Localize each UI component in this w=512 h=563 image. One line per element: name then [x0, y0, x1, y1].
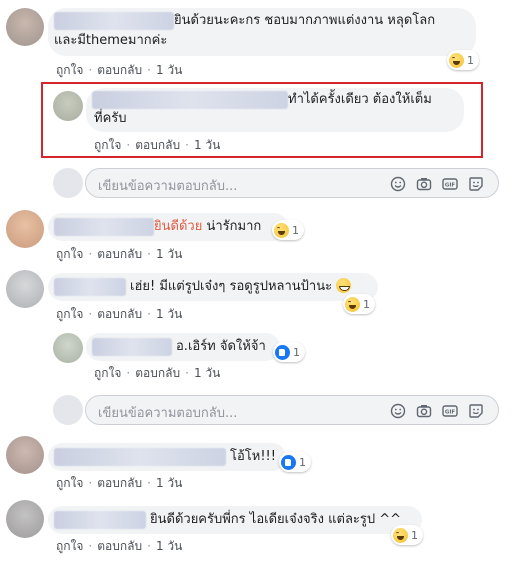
- like-link[interactable]: ถูกใจ: [56, 537, 83, 556]
- comment-actions: ถูกใจ · ตอบกลับ · 1 วัน: [56, 245, 182, 264]
- reaction-count[interactable]: 1: [273, 342, 305, 362]
- like-link[interactable]: ถูกใจ: [56, 61, 83, 80]
- avatar[interactable]: [6, 436, 44, 474]
- comment-text: ยินดีด้วยครับพี่กร ไอเดียเจ๋งจริง แต่ละร…: [150, 512, 402, 527]
- reaction-count[interactable]: 1: [272, 220, 304, 240]
- like-link[interactable]: ถูกใจ: [56, 474, 83, 493]
- comment-text: โอ้โห!!!: [230, 449, 276, 464]
- comment-bubble: ยินด้วยนะคะกร ชอบมากภาพแต่งงาน หลุดโลก แ…: [48, 8, 476, 56]
- like-link[interactable]: ถูกใจ: [94, 364, 121, 383]
- reply-link[interactable]: ตอบกลับ: [135, 364, 180, 383]
- reply-input[interactable]: เขียนข้อความตอบกลับ... GIF: [85, 395, 499, 425]
- comment-text-line2: และมีthemeมากค่ะ: [54, 33, 168, 48]
- comment-bubble: เฮ่ย! มีแต่รูปเจ๋งๆ รอดูรูปหลานป้านะ: [48, 273, 378, 301]
- timestamp[interactable]: 1 วัน: [156, 61, 182, 80]
- timestamp[interactable]: 1 วัน: [194, 364, 220, 383]
- blurred-name[interactable]: [54, 12, 174, 30]
- reply-placeholder: เขียนข้อความตอบกลับ...: [98, 179, 238, 194]
- comment-text: เฮ่ย! มีแต่รูปเจ๋งๆ รอดูรูปหลานป้านะ: [130, 278, 352, 296]
- timestamp[interactable]: 1 วัน: [156, 245, 182, 264]
- blurred-name[interactable]: [54, 218, 154, 236]
- blurred-name[interactable]: [54, 448, 226, 466]
- haha-icon: [449, 52, 464, 68]
- reply-text: ทำได้ครั้งเดียว ต้องให้เต็ม: [288, 92, 432, 107]
- comment-text: ยินดีด้วย น่ารักมาก: [154, 219, 262, 234]
- avatar[interactable]: [53, 333, 83, 363]
- gif-icon[interactable]: GIF: [442, 403, 458, 419]
- reaction-count[interactable]: 1: [391, 525, 423, 545]
- reply-link[interactable]: ตอบกลับ: [97, 245, 142, 264]
- reply-link[interactable]: ตอบกลับ: [97, 474, 142, 493]
- reply-input[interactable]: เขียนข้อความตอบกลับ... GIF: [85, 168, 499, 198]
- avatar[interactable]: [53, 91, 83, 121]
- svg-text:GIF: GIF: [445, 410, 456, 416]
- timestamp[interactable]: 1 วัน: [156, 537, 182, 556]
- svg-text:GIF: GIF: [445, 183, 456, 189]
- timestamp[interactable]: 1 วัน: [194, 136, 220, 155]
- reply-bubble: ทำได้ครั้งเดียว ต้องให้เต็ม ที่ครับ: [86, 88, 464, 132]
- reply-bubble: อ.เอิร์ท จัดให้จ้า: [86, 333, 280, 361]
- comment-actions: ถูกใจ · ตอบกลับ · 1 วัน: [56, 61, 182, 80]
- haha-icon: [393, 527, 408, 543]
- reaction-count[interactable]: 1: [343, 294, 375, 314]
- avatar[interactable]: [6, 500, 44, 538]
- reply-actions: ถูกใจ · ตอบกลับ · 1 วัน: [94, 364, 220, 383]
- sticker-icon[interactable]: [468, 403, 484, 419]
- timestamp[interactable]: 1 วัน: [156, 305, 182, 324]
- reply-link[interactable]: ตอบกลับ: [97, 537, 142, 556]
- camera-icon[interactable]: [416, 403, 432, 419]
- reply-actions: ถูกใจ · ตอบกลับ · 1 วัน: [94, 136, 220, 155]
- blurred-name[interactable]: [54, 278, 126, 296]
- comment-actions: ถูกใจ · ตอบกลับ · 1 วัน: [56, 474, 182, 493]
- reply-text-line2: ที่ครับ: [94, 111, 127, 126]
- reaction-count[interactable]: 1: [447, 50, 479, 70]
- sticker-icon[interactable]: [468, 176, 484, 192]
- reply-link[interactable]: ตอบกลับ: [97, 61, 142, 80]
- reply-placeholder: เขียนข้อความตอบกลับ...: [98, 406, 238, 421]
- haha-icon: [274, 222, 289, 238]
- comment-bubble: โอ้โห!!!: [48, 443, 286, 471]
- avatar[interactable]: [6, 8, 44, 46]
- like-icon: [275, 344, 290, 360]
- like-link[interactable]: ถูกใจ: [56, 305, 83, 324]
- blurred-name[interactable]: [92, 91, 288, 109]
- comment-bubble: ยินดีด้วยครับพี่กร ไอเดียเจ๋งจริง แต่ละร…: [48, 506, 422, 534]
- blurred-name[interactable]: [54, 511, 146, 529]
- current-user-avatar: [53, 395, 83, 425]
- timestamp[interactable]: 1 วัน: [156, 474, 182, 493]
- camera-icon[interactable]: [416, 176, 432, 192]
- avatar[interactable]: [6, 270, 44, 308]
- avatar[interactable]: [6, 210, 44, 248]
- haha-icon: [345, 296, 360, 312]
- blurred-name[interactable]: [92, 338, 172, 356]
- reaction-count[interactable]: 1: [279, 452, 311, 472]
- smiley-icon[interactable]: [390, 176, 406, 192]
- like-icon: [281, 454, 296, 470]
- comment-actions: ถูกใจ · ตอบกลับ · 1 วัน: [56, 305, 182, 324]
- comment-bubble: ยินดีด้วย น่ารักมาก: [48, 213, 288, 241]
- grin-icon: [336, 278, 352, 293]
- like-link[interactable]: ถูกใจ: [94, 136, 121, 155]
- highlight-word: ยินดีด้วย: [154, 219, 203, 234]
- reply-link[interactable]: ตอบกลับ: [135, 136, 180, 155]
- comment-actions: ถูกใจ · ตอบกลับ · 1 วัน: [56, 537, 182, 556]
- smiley-icon[interactable]: [390, 403, 406, 419]
- reply-text: อ.เอิร์ท จัดให้จ้า: [176, 339, 266, 354]
- current-user-avatar: [53, 168, 83, 198]
- gif-icon[interactable]: GIF: [442, 176, 458, 192]
- comment-text: ยินด้วยนะคะกร ชอบมากภาพแต่งงาน หลุดโลก: [174, 13, 436, 28]
- like-link[interactable]: ถูกใจ: [56, 245, 83, 264]
- reply-link[interactable]: ตอบกลับ: [97, 305, 142, 324]
